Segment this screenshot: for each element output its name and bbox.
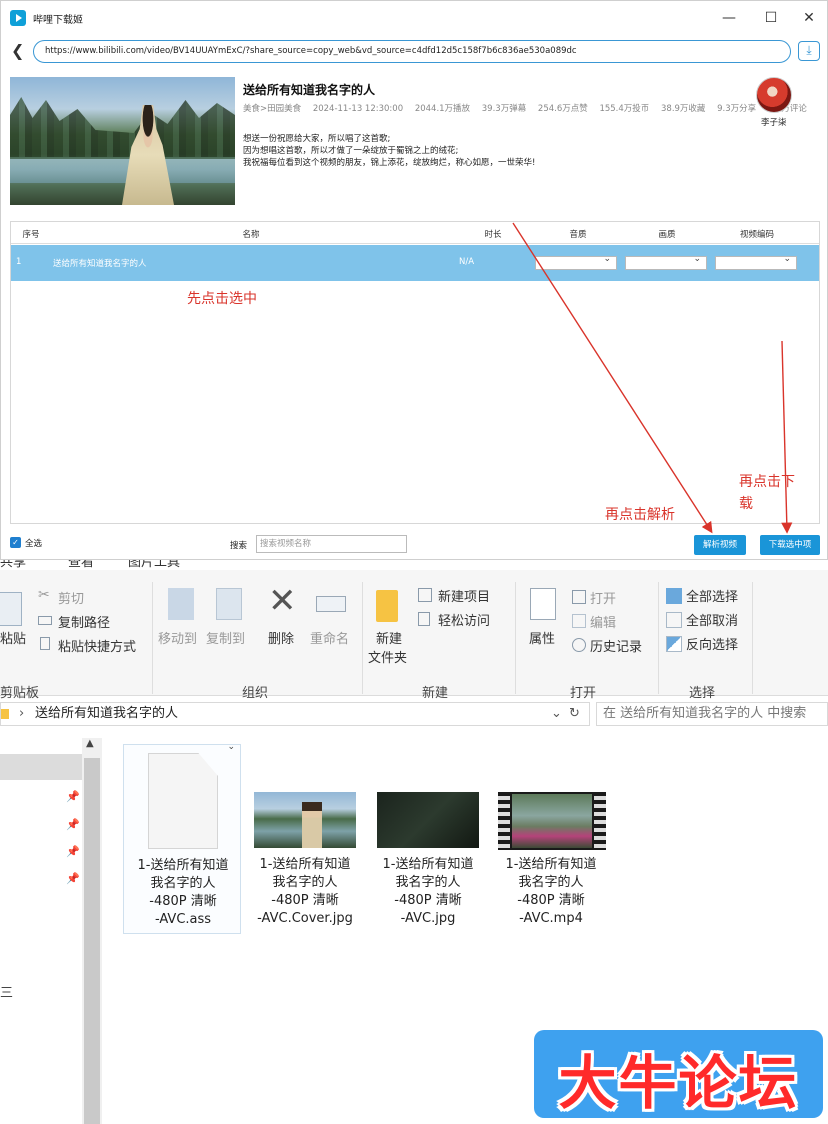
pin-icon[interactable]: 📌 (66, 872, 80, 885)
search-label: 搜索 (230, 541, 248, 551)
path-breadcrumb[interactable]: › 送给所有知道我名字的人 ⌄ ↻ (0, 702, 590, 726)
downloader-window: 哔哩下载姬 — ☐ ✕ ❮ https://www.bilibili.com/v… (0, 0, 828, 560)
watermark-text: 大牛论坛 (558, 1049, 799, 1117)
properties-button[interactable]: 属性 (529, 628, 555, 647)
history-button[interactable]: 历史记录 (590, 636, 642, 655)
easy-access-button[interactable]: 轻松访问 (438, 610, 490, 629)
bottom-bar: ✓ 全选 搜索 搜索视频名称 解析视频 下载选中项 (10, 535, 820, 557)
tab-picture-tools[interactable]: 图片工具 (128, 560, 180, 570)
group-clipboard: 剪贴板 (0, 686, 40, 701)
search-input[interactable]: 搜索视频名称 (256, 535, 407, 553)
edit-button[interactable]: 编辑 (590, 612, 616, 631)
open-icon (572, 590, 586, 604)
folder-icon (1, 709, 9, 719)
move-to-button[interactable]: 移动到 (158, 628, 197, 647)
new-folder-icon (376, 590, 398, 622)
delete-icon: ✕ (268, 581, 297, 621)
document-icon (148, 753, 218, 849)
paste-button[interactable]: 粘贴 (0, 628, 26, 647)
group-open: 打开 (570, 686, 597, 701)
copy-path-icon (38, 616, 52, 625)
nav-item-selected[interactable] (0, 754, 82, 780)
pin-icon[interactable]: 📌 (66, 790, 80, 803)
arrow-to-parse (512, 222, 713, 534)
select-all-button[interactable]: 全部选择 (686, 586, 738, 605)
file-name: 1-送给所有知道 我名字的人 -480P 清晰 -AVC.mp4 (505, 857, 597, 926)
file-item-jpg[interactable]: 1-送给所有知道 我名字的人 -480P 清晰 -AVC.jpg (369, 744, 487, 934)
image-thumbnail (254, 792, 356, 848)
paste-icon[interactable] (0, 592, 22, 626)
folder-search-input[interactable]: 在 送给所有知道我名字的人 中搜索 (596, 702, 828, 726)
group-select: 选择 (689, 686, 716, 701)
watermark-logo: 大牛论坛 (534, 1030, 823, 1118)
address-bar: › 送给所有知道我名字的人 ⌄ ↻ 在 送给所有知道我名字的人 中搜索 (0, 700, 828, 728)
rename-button[interactable]: 重命名 (310, 628, 349, 647)
select-all-icon (666, 588, 682, 604)
video-file-icon (498, 792, 606, 850)
pin-icon[interactable]: 📌 (66, 818, 80, 831)
select-all-checkbox[interactable]: ✓ (10, 537, 21, 548)
rename-icon (316, 596, 346, 612)
nav-scroll-thumb[interactable] (84, 758, 100, 1124)
parse-video-button[interactable]: 解析视频 (694, 535, 746, 555)
breadcrumb-chevron-icon: › (19, 706, 25, 721)
tab-share[interactable]: 共享 (0, 560, 26, 570)
history-dropdown-icon[interactable]: ⌄ (551, 703, 562, 725)
file-item-mp4[interactable]: 1-送给所有知道 我名字的人 -480P 清晰 -AVC.mp4 (492, 744, 610, 934)
ribbon: 粘贴 ✂ 剪切 复制路径 粘贴快捷方式 剪贴板 移动到 复制到 ✕ 删除 重命名… (0, 570, 828, 701)
file-name: 1-送给所有知道 我名字的人 -480P 清晰 -AVC.Cover.jpg (257, 857, 353, 926)
copy-path-button[interactable]: 复制路径 (58, 612, 110, 631)
properties-icon (530, 588, 556, 620)
new-folder-button-line1[interactable]: 新建 (376, 628, 402, 647)
pin-icon[interactable]: 📌 (66, 845, 80, 858)
image-thumbnail (377, 792, 479, 848)
download-selected-button[interactable]: 下载选中项 (760, 535, 820, 555)
history-icon (572, 638, 586, 652)
file-name: 1-送给所有知道 我名字的人 -480P 清晰 -AVC.ass (137, 858, 229, 927)
file-item-cover-jpg[interactable]: 1-送给所有知道 我名字的人 -480P 清晰 -AVC.Cover.jpg (246, 744, 364, 934)
invert-selection-button[interactable]: 反向选择 (686, 634, 738, 653)
group-organize: 组织 (242, 686, 269, 701)
copy-to-button[interactable]: 复制到 (206, 628, 245, 647)
new-folder-button-line2[interactable]: 文件夹 (368, 647, 407, 666)
new-item-button[interactable]: 新建项目 (438, 586, 490, 605)
path-text: 送给所有知道我名字的人 (35, 706, 179, 721)
move-to-icon (168, 588, 194, 620)
nav-item-icon[interactable]: 三 (0, 982, 13, 1001)
arrow-to-download (781, 340, 793, 534)
select-all-label: 全选 (25, 539, 43, 549)
ribbon-tabs: 共享 查看 图片工具 (0, 560, 828, 570)
tab-view[interactable]: 查看 (68, 560, 94, 570)
edit-icon (572, 614, 586, 628)
delete-button[interactable]: 删除 (268, 628, 294, 647)
select-none-icon (666, 612, 682, 628)
navigation-pane: ▲ 📌 📌 📌 📌 三 (0, 738, 102, 1124)
group-new: 新建 (422, 686, 449, 701)
scissors-icon: ✂ (38, 587, 50, 603)
refresh-icon[interactable]: ↻ (569, 703, 580, 725)
paste-shortcut-button[interactable]: 粘贴快捷方式 (58, 636, 136, 655)
file-item-ass[interactable]: 1-送给所有知道 我名字的人 -480P 清晰 -AVC.ass (123, 742, 241, 934)
file-name: 1-送给所有知道 我名字的人 -480P 清晰 -AVC.jpg (382, 857, 474, 926)
copy-to-icon (216, 588, 242, 620)
paste-shortcut-icon (40, 637, 50, 650)
annotation-arrows (512, 222, 793, 534)
cut-button[interactable]: 剪切 (58, 588, 84, 607)
select-none-button[interactable]: 全部取消 (686, 610, 738, 629)
open-button[interactable]: 打开 (590, 588, 616, 607)
easy-access-icon (418, 612, 430, 626)
scroll-up-icon[interactable]: ▲ (86, 738, 94, 749)
invert-selection-icon (666, 636, 682, 652)
new-item-icon (418, 588, 432, 602)
